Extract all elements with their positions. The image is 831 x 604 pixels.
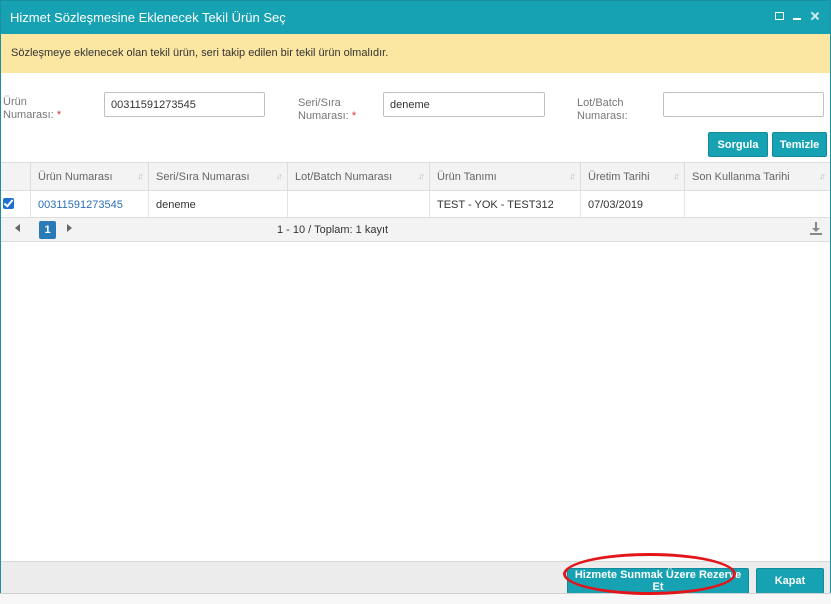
seri-no-label-line1: Seri/Sıra xyxy=(298,97,341,109)
column-header-label: Son Kullanma Tarihi xyxy=(692,171,790,183)
select-column-header xyxy=(1,163,31,191)
column-header-label: Üretim Tarihi xyxy=(588,171,650,183)
dialog-title: Hizmet Sözleşmesine Eklenecek Tekil Ürün… xyxy=(10,10,286,25)
uretim-tarihi-value: 07/03/2019 xyxy=(588,199,644,211)
row-select-cell[interactable] xyxy=(1,191,31,217)
lot-no-label-line2: Numarası: xyxy=(577,110,628,122)
seri-no-label-line2: Numarası: xyxy=(298,110,349,122)
column-header-label: Lot/Batch Numarası xyxy=(295,171,393,183)
download-icon[interactable] xyxy=(810,222,822,236)
lot-no-label: Lot/Batch Numarası: xyxy=(577,97,628,123)
urun-no-input[interactable] xyxy=(104,92,265,117)
maximize-icon[interactable] xyxy=(775,12,784,20)
column-header[interactable]: Ürün Numarası ↓↑ xyxy=(31,163,149,191)
urun-no-link[interactable]: 00311591273545 xyxy=(38,199,123,211)
seri-no-cell: deneme xyxy=(149,191,288,217)
column-header[interactable]: Seri/Sıra Numarası ↓↑ xyxy=(149,163,288,191)
urun-tanimi-value: TEST - YOK - TEST312 xyxy=(437,199,554,211)
uretim-tarihi-cell: 07/03/2019 xyxy=(581,191,685,217)
required-marker: * xyxy=(56,109,62,121)
sort-icon[interactable]: ↓↑ xyxy=(137,171,144,181)
window-controls xyxy=(775,11,820,21)
lot-no-label-line1: Lot/Batch xyxy=(577,97,624,109)
sort-icon[interactable]: ↓↑ xyxy=(673,171,680,181)
dialog-footer: Hizmete Sunmak Üzere Rezerve Et Kapat xyxy=(1,561,830,594)
urun-no-label: Ürün Numarası: * xyxy=(3,96,61,122)
page-number-button[interactable]: 1 xyxy=(39,221,56,239)
table-row[interactable]: 00311591273545 deneme TEST - YOK - TEST3… xyxy=(1,191,830,218)
required-marker: * xyxy=(351,110,357,122)
pager-info: 1 - 10 / Toplam: 1 kayıt xyxy=(277,224,389,236)
sort-icon[interactable]: ↓↑ xyxy=(819,171,826,181)
product-select-dialog: Hizmet Sözleşmesine Eklenecek Tekil Ürün… xyxy=(0,0,831,604)
clear-button[interactable]: Temizle xyxy=(772,132,827,157)
urun-no-label-line2: Numarası: xyxy=(3,109,54,121)
lot-no-input[interactable] xyxy=(663,92,824,117)
column-header[interactable]: Üretim Tarihi ↓↑ xyxy=(581,163,685,191)
column-header[interactable]: Ürün Tanımı ↓↑ xyxy=(430,163,581,191)
urun-no-cell[interactable]: 00311591273545 xyxy=(31,191,149,217)
close-button[interactable]: Kapat xyxy=(756,568,824,594)
row-checkbox[interactable] xyxy=(3,198,14,209)
urun-tanimi-cell: TEST - YOK - TEST312 xyxy=(430,191,581,217)
minimize-icon[interactable] xyxy=(792,11,802,21)
column-header-label: Ürün Numarası xyxy=(38,171,113,183)
grid-header: Ürün Numarası ↓↑ Seri/Sıra Numarası ↓↑ Lot… xyxy=(1,162,830,191)
query-button[interactable]: Sorgula xyxy=(708,132,768,157)
warning-text: Sözleşmeye eklenecek olan tekil ürün, se… xyxy=(11,47,389,59)
sort-icon[interactable]: ↓↑ xyxy=(569,171,576,181)
close-icon[interactable] xyxy=(810,11,820,21)
column-header-label: Seri/Sıra Numarası xyxy=(156,171,250,183)
dialog-titlebar[interactable]: Hizmet Sözleşmesine Eklenecek Tekil Ürün… xyxy=(1,1,830,34)
bottom-strip xyxy=(0,593,831,604)
seri-no-label: Seri/Sıra Numarası: * xyxy=(298,97,356,123)
lot-no-cell xyxy=(288,191,430,217)
sort-icon[interactable]: ↓↑ xyxy=(418,171,425,181)
column-header[interactable]: Lot/Batch Numarası ↓↑ xyxy=(288,163,430,191)
seri-no-value: deneme xyxy=(156,199,196,211)
reserve-button[interactable]: Hizmete Sunmak Üzere Rezerve Et xyxy=(567,568,749,594)
pager: 1 1 - 10 / Toplam: 1 kayıt xyxy=(1,218,830,242)
previous-page-icon[interactable] xyxy=(15,224,20,232)
next-page-icon[interactable] xyxy=(67,224,72,232)
warning-banner: Sözleşmeye eklenecek olan tekil ürün, se… xyxy=(1,34,830,73)
son-kullanma-cell xyxy=(685,191,830,217)
column-header[interactable]: Son Kullanma Tarihi ↓↑ xyxy=(685,163,830,191)
sort-icon[interactable]: ↓↑ xyxy=(276,171,283,181)
column-header-label: Ürün Tanımı xyxy=(437,171,497,183)
seri-no-input[interactable] xyxy=(383,92,545,117)
urun-no-label-line1: Ürün xyxy=(3,96,27,108)
